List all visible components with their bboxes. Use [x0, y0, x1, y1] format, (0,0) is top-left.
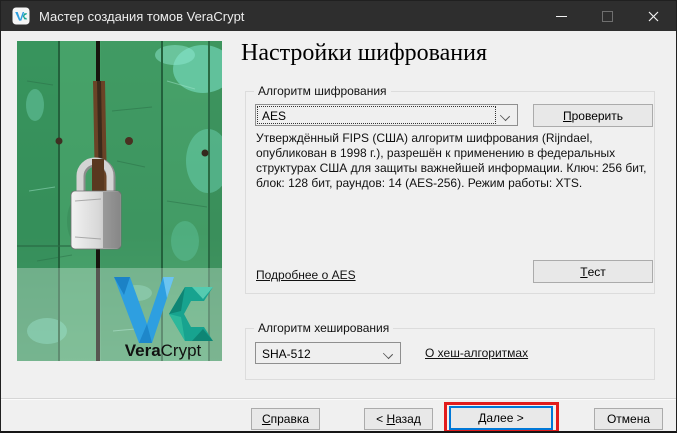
logo-wordmark: VeraCrypt	[125, 341, 202, 360]
close-icon	[648, 11, 659, 22]
titlebar: Мастер создания томов VeraCrypt	[1, 1, 676, 31]
hash-group-label: Алгоритм хеширования	[254, 321, 393, 335]
veracrypt-wizard-window: Мастер создания томов VeraCrypt	[0, 0, 677, 433]
test-button[interactable]: Тест	[533, 260, 653, 283]
hash-algorithm-value: SHA-512	[258, 345, 378, 361]
encryption-algorithm-select[interactable]: AES	[255, 104, 518, 126]
benchmark-button[interactable]: Проверить	[533, 104, 653, 127]
window-title: Мастер создания томов VeraCrypt	[39, 9, 244, 24]
chevron-down-icon	[383, 349, 393, 359]
page-title: Настройки шифрования	[241, 40, 487, 67]
hash-algorithm-group: Алгоритм хеширования SHA-512 О хеш-алгор…	[245, 328, 655, 380]
maximize-icon	[602, 11, 613, 22]
more-about-aes-link[interactable]: Подробнее о AES	[256, 268, 356, 282]
minimize-button[interactable]	[538, 1, 584, 31]
maximize-button	[584, 1, 630, 31]
help-button[interactable]: Справка	[251, 408, 320, 430]
encryption-algorithm-value: AES	[258, 107, 495, 123]
footer-divider	[1, 398, 676, 400]
minimize-icon	[556, 16, 567, 17]
wizard-side-image: VeraCrypt	[17, 41, 222, 361]
veracrypt-app-icon	[12, 7, 30, 25]
close-button[interactable]	[630, 1, 676, 31]
chevron-down-icon	[500, 111, 510, 121]
encryption-group-label: Алгоритм шифрования	[254, 84, 391, 98]
hash-info-link[interactable]: О хеш-алгоритмах	[425, 346, 528, 360]
algorithm-description: Утверждённый FIPS (США) алгоритм шифрова…	[256, 131, 652, 191]
back-button[interactable]: < Назад	[364, 408, 433, 430]
next-button[interactable]: Далее >	[449, 406, 553, 430]
encryption-algorithm-group: Алгоритм шифрования AES Проверить Утверж…	[245, 91, 655, 294]
cancel-button[interactable]: Отмена	[594, 408, 663, 430]
hash-algorithm-select[interactable]: SHA-512	[255, 342, 401, 364]
window-controls	[538, 1, 676, 31]
